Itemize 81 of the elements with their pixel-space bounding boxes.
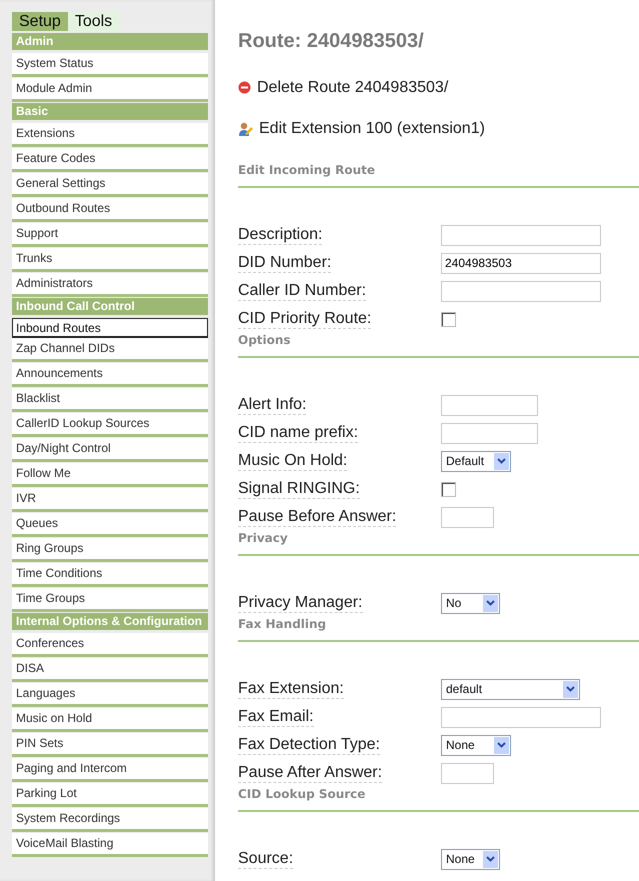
delete-icon <box>238 81 251 94</box>
menu-item[interactable]: Announcements <box>12 363 208 387</box>
menu-item[interactable]: Ring Groups <box>12 538 208 562</box>
menu-item[interactable]: Follow Me <box>12 463 208 487</box>
field-label: CID name prefix: <box>238 424 358 442</box>
menu-item[interactable]: Administrators <box>12 273 208 297</box>
menu-item[interactable]: Conferences <box>12 633 208 657</box>
text-field[interactable] <box>441 280 601 302</box>
text-field[interactable]: 2404983503 <box>441 252 601 274</box>
text-field[interactable] <box>441 224 601 246</box>
menu-section-header: Inbound Call Control <box>12 298 208 315</box>
caret-icon <box>497 458 506 464</box>
dropdown[interactable]: None <box>441 734 511 756</box>
section-heading: Options <box>238 333 292 348</box>
field-label: Signal RINGING: <box>238 480 360 498</box>
caret-icon <box>486 856 495 862</box>
menu-item[interactable]: IVR <box>12 488 208 512</box>
field-label: Caller ID Number: <box>238 282 366 300</box>
menu-section-header: Basic <box>12 103 208 120</box>
field-label: Fax Extension: <box>238 680 344 698</box>
field-label: Music On Hold: <box>238 452 348 470</box>
menu-item[interactable]: Trunks <box>12 248 208 272</box>
person-pencil-icon <box>238 122 253 136</box>
section-heading: Privacy <box>238 531 289 546</box>
menu-item[interactable]: Parking Lot <box>12 783 208 807</box>
menu-item[interactable]: Outbound Routes <box>12 198 208 222</box>
menu-item[interactable]: System Recordings <box>12 808 208 832</box>
menu-item[interactable]: Extensions <box>12 123 208 147</box>
field-label: Description: <box>238 226 322 244</box>
menu-item[interactable]: Zap Channel DIDs <box>12 338 208 362</box>
menu-item[interactable]: Time Conditions <box>12 563 208 587</box>
field-label: DID Number: <box>238 254 332 272</box>
field-label: CID Priority Route: <box>238 310 372 328</box>
text-field[interactable] <box>441 506 494 528</box>
action-link[interactable]: Edit Extension 100 (extension1) <box>259 120 485 138</box>
menu-item[interactable]: Time Groups <box>12 588 208 612</box>
menu-section-header: Internal Options & Configuration <box>12 613 208 630</box>
field-label: Pause Before Answer: <box>238 508 396 526</box>
action-link[interactable]: Delete Route 2404983503/ <box>257 78 448 96</box>
checkbox[interactable] <box>441 482 456 496</box>
menu-item[interactable]: Feature Codes <box>12 148 208 172</box>
nav-tab[interactable]: Setup <box>12 12 68 31</box>
section-heading: Edit Incoming Route <box>238 163 376 178</box>
checkbox[interactable] <box>441 312 456 326</box>
menu-item[interactable]: System Status <box>12 53 208 77</box>
caret-icon <box>566 686 575 692</box>
dropdown[interactable]: None <box>441 848 500 870</box>
section-heading: Fax Handling <box>238 617 328 632</box>
dropdown[interactable]: Default <box>441 450 511 472</box>
field-label: Pause After Answer: <box>238 764 382 782</box>
menu-item[interactable]: PIN Sets <box>12 733 208 757</box>
menu-item[interactable]: Inbound Routes <box>12 318 208 338</box>
menu-section-header: Admin <box>12 33 208 50</box>
text-field[interactable] <box>441 422 538 444</box>
menu-item[interactable]: Languages <box>12 683 208 707</box>
field-label: Fax Detection Type: <box>238 736 380 754</box>
field-label: Source: <box>238 850 294 868</box>
nav-tab[interactable]: Tools <box>68 12 120 31</box>
menu-item[interactable]: Paging and Intercom <box>12 758 208 782</box>
menu-item[interactable]: Support <box>12 223 208 247</box>
text-field[interactable] <box>441 706 601 728</box>
text-field[interactable] <box>441 762 494 784</box>
menu-item[interactable]: VoiceMail Blasting <box>12 833 208 857</box>
field-label: Fax Email: <box>238 708 314 726</box>
menu-item[interactable]: Day/Night Control <box>12 438 208 462</box>
menu-item[interactable]: DISA <box>12 658 208 682</box>
menu-item[interactable]: General Settings <box>12 173 208 197</box>
dropdown[interactable]: default <box>441 678 580 700</box>
menu-item[interactable]: Queues <box>12 513 208 537</box>
menu-item[interactable]: Blacklist <box>12 388 208 412</box>
field-label: Privacy Manager: <box>238 594 362 612</box>
dropdown[interactable]: No <box>441 592 500 614</box>
caret-icon <box>497 742 506 748</box>
page-title: Route: 2404983503/ <box>238 30 425 54</box>
field-label: Alert Info: <box>238 396 306 414</box>
menu-item[interactable]: Music on Hold <box>12 708 208 732</box>
menu-item[interactable]: Module Admin <box>12 78 208 102</box>
section-heading: CID Lookup Source <box>238 787 366 802</box>
caret-icon <box>486 600 495 606</box>
text-field[interactable] <box>441 394 538 416</box>
menu-item[interactable]: CallerID Lookup Sources <box>12 413 208 437</box>
